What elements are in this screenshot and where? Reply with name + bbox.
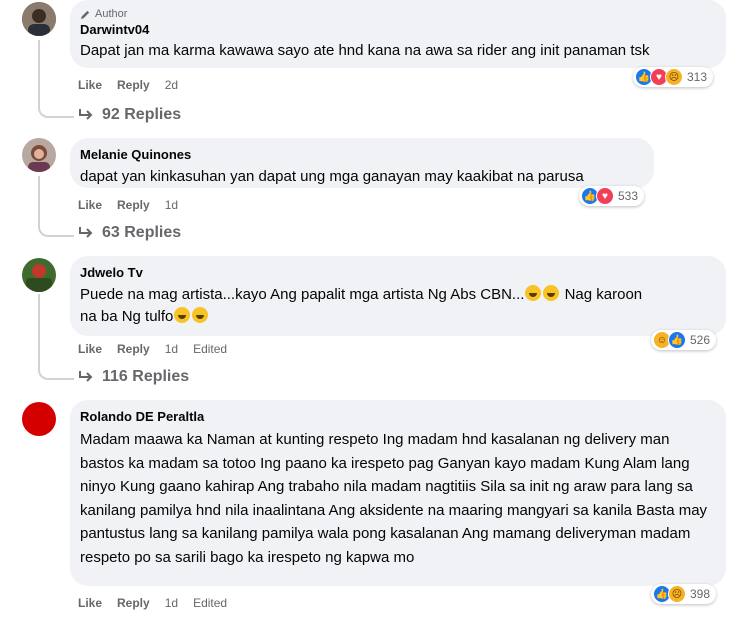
laughing-emoji-icon (192, 307, 209, 323)
thread-line (38, 294, 40, 364)
like-button[interactable]: Like (78, 78, 102, 92)
comment-author-name[interactable]: Melanie Quinones (80, 146, 642, 164)
reaction-summary[interactable]: ☺ 👍 526 (651, 330, 717, 350)
thread-line (38, 176, 40, 221)
comment-bubble: Jdwelo Tv Puede na mag artista...kayo An… (70, 256, 726, 336)
laughing-emoji-icon (174, 307, 191, 323)
comment-bubble: Melanie Quinones dapat yan kinkasuhan ya… (70, 138, 654, 188)
comment-author-name[interactable]: Darwintv04 (80, 21, 714, 39)
edited-label: Edited (193, 342, 228, 356)
avatar[interactable] (22, 2, 56, 36)
sad-icon: ☹ (665, 68, 683, 86)
comment-text: Dapat jan ma karma kawawa sayo ate hnd k… (80, 42, 650, 59)
avatar-image (22, 138, 56, 172)
avatar[interactable] (22, 138, 56, 172)
reaction-count: 313 (687, 70, 708, 84)
view-replies-button[interactable]: 63 Replies (78, 224, 181, 242)
like-button[interactable]: Like (78, 198, 102, 212)
like-button[interactable]: Like (78, 596, 102, 610)
comment-actions: Like Reply 1d Edited (78, 342, 227, 356)
avatar-image (22, 258, 56, 292)
comment-author-name[interactable]: Jdwelo Tv (80, 264, 714, 282)
view-replies-button[interactable]: 116 Replies (78, 368, 189, 386)
comment-actions: Like Reply 1d (78, 198, 178, 212)
reply-arrow-icon (79, 371, 93, 382)
thread-elbow (38, 102, 74, 118)
sad-icon: ☹ (668, 585, 686, 603)
comment-timestamp[interactable]: 1d (165, 596, 178, 610)
reply-button[interactable]: Reply (117, 78, 150, 92)
comment-timestamp[interactable]: 1d (165, 198, 178, 212)
thread-line (38, 40, 40, 102)
avatar[interactable] (22, 258, 56, 292)
reaction-summary[interactable]: 👍 ♥ ☹ 313 (633, 67, 714, 87)
author-badge-label: Author (95, 8, 128, 20)
comment-bubble: Rolando DE Peraltla Madam maawa ka Naman… (70, 400, 726, 586)
comment-text: dapat yan kinkasuhan yan dapat ung mga g… (80, 168, 584, 185)
comment-text-line: na ba Ng tulfo (80, 308, 174, 325)
pencil-icon (80, 10, 90, 19)
author-badge: Author (80, 8, 714, 20)
replies-count-label: 92 Replies (102, 106, 182, 123)
view-replies-button[interactable]: 92 Replies (78, 106, 181, 124)
like-icon: 👍 (668, 331, 686, 349)
reply-arrow-icon (79, 109, 93, 120)
reaction-count: 533 (618, 189, 639, 203)
avatar[interactable] (22, 402, 56, 436)
comment-text: Puede na mag artista...kayo Ang papalit … (80, 284, 714, 328)
comment-timestamp[interactable]: 1d (165, 342, 178, 356)
love-icon: ♥ (596, 187, 614, 205)
comment-text-line: Puede na mag artista...kayo Ang papalit … (80, 286, 525, 303)
comment-text-line: Nag karoon (560, 286, 643, 303)
like-button[interactable]: Like (78, 342, 102, 356)
comment-bubble: Author Darwintv04 Dapat jan ma karma kaw… (70, 0, 726, 68)
avatar-image (22, 2, 56, 36)
replies-count-label: 116 Replies (102, 368, 190, 385)
reply-button[interactable]: Reply (117, 198, 150, 212)
replies-count-label: 63 Replies (102, 224, 182, 241)
thread-elbow (38, 364, 74, 380)
comment-timestamp[interactable]: 2d (165, 78, 178, 92)
comment-text: Madam maawa ka Naman at kunting respeto … (80, 431, 708, 566)
edited-label: Edited (193, 596, 228, 610)
reply-button[interactable]: Reply (117, 596, 150, 610)
reply-arrow-icon (79, 227, 93, 238)
thread-elbow (38, 221, 74, 237)
laughing-emoji-icon (543, 285, 560, 301)
avatar-image (22, 402, 56, 436)
laughing-emoji-icon (525, 285, 542, 301)
reply-button[interactable]: Reply (117, 342, 150, 356)
reaction-summary[interactable]: 👍 ☹ 398 (651, 584, 717, 604)
comment-actions: Like Reply 2d (78, 78, 178, 92)
reaction-summary[interactable]: 👍 ♥ 533 (579, 186, 645, 206)
reaction-count: 526 (690, 333, 711, 347)
comment-author-name[interactable]: Rolando DE Peraltla (80, 408, 708, 426)
comment-actions: Like Reply 1d Edited (78, 596, 227, 610)
reaction-count: 398 (690, 587, 711, 601)
